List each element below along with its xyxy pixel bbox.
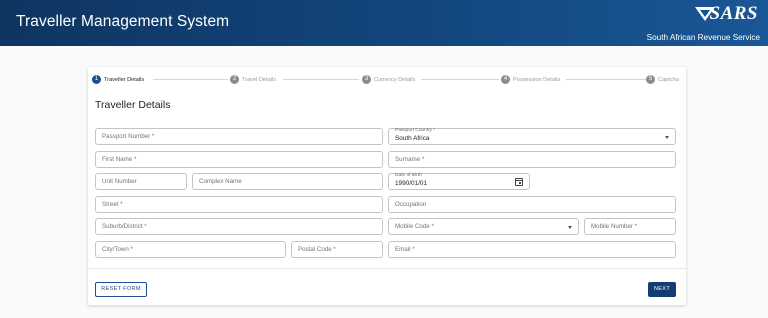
postal-code-input[interactable]: Postal Code * bbox=[291, 241, 383, 258]
city-town-input[interactable]: City/Town * bbox=[95, 241, 286, 258]
step-number: 4 bbox=[501, 75, 510, 84]
step-possession-details[interactable]: 4 Possession Details bbox=[501, 74, 560, 85]
occupation-input[interactable]: Occupation bbox=[388, 196, 676, 213]
step-label: Possession Details bbox=[513, 76, 561, 83]
app-title: Traveller Management System bbox=[16, 13, 230, 30]
first-name-input[interactable]: First Name * bbox=[95, 151, 383, 168]
passport-country-label: Passport Country * bbox=[395, 128, 436, 133]
chevron-down-icon bbox=[568, 226, 572, 229]
mobile-code-placeholder: Mobile Code * bbox=[395, 223, 434, 230]
step-captcha[interactable]: 5 Captcha bbox=[646, 74, 679, 85]
stepper-connector bbox=[566, 79, 646, 80]
passport-number-input[interactable]: Passport Number * bbox=[95, 128, 383, 145]
mobile-number-placeholder: Mobile Number * bbox=[591, 223, 638, 230]
section-title: Traveller Details bbox=[95, 99, 171, 111]
unit-number-placeholder: Unit Number bbox=[102, 178, 137, 185]
complex-name-input[interactable]: Complex Name bbox=[192, 173, 383, 190]
calendar-icon[interactable] bbox=[515, 178, 523, 186]
chevron-down-icon bbox=[665, 136, 669, 139]
postal-code-placeholder: Postal Code * bbox=[298, 246, 336, 253]
stepper-connector bbox=[421, 79, 499, 80]
suburb-district-input[interactable]: Suburb/District * bbox=[95, 218, 383, 235]
date-of-birth-label: Date of Birth bbox=[395, 173, 422, 178]
occupation-placeholder: Occupation bbox=[395, 201, 427, 208]
next-button[interactable]: NEXT bbox=[648, 282, 676, 297]
step-label: Traveller Details bbox=[104, 76, 145, 83]
mobile-code-select[interactable]: Mobile Code * bbox=[388, 218, 579, 235]
step-currency-details[interactable]: 3 Currency Details bbox=[362, 74, 415, 85]
step-number: 5 bbox=[646, 75, 655, 84]
passport-country-select[interactable]: Passport Country * South Africa bbox=[388, 128, 676, 145]
date-of-birth-value: 1990/01/01 bbox=[395, 180, 427, 187]
sars-logo-subtitle: South African Revenue Service bbox=[646, 33, 760, 42]
stepper-connector bbox=[153, 79, 228, 80]
date-of-birth-input[interactable]: Date of Birth 1990/01/01 bbox=[388, 173, 530, 190]
step-traveller-details[interactable]: 1 Traveller Details bbox=[92, 74, 144, 85]
traveller-form-card: 1 Traveller Details 2 Travel Details 3 C… bbox=[88, 67, 686, 305]
passport-number-placeholder: Passport Number * bbox=[102, 133, 155, 140]
step-label: Currency Details bbox=[374, 76, 416, 83]
step-label: Captcha bbox=[658, 76, 679, 83]
suburb-district-placeholder: Suburb/District * bbox=[102, 223, 147, 230]
reset-form-button[interactable]: RESET FORM bbox=[95, 282, 147, 297]
step-travel-details[interactable]: 2 Travel Details bbox=[230, 74, 276, 85]
passport-country-value: South Africa bbox=[395, 135, 430, 142]
surname-placeholder: Surname * bbox=[395, 156, 425, 163]
unit-number-input[interactable]: Unit Number bbox=[95, 173, 187, 190]
stepper-connector bbox=[283, 79, 359, 80]
step-number: 2 bbox=[230, 75, 239, 84]
street-input[interactable]: Street * bbox=[95, 196, 383, 213]
email-placeholder: Email * bbox=[395, 246, 415, 253]
mobile-number-input[interactable]: Mobile Number * bbox=[584, 218, 676, 235]
step-number: 3 bbox=[362, 75, 371, 84]
surname-input[interactable]: Surname * bbox=[388, 151, 676, 168]
city-town-placeholder: City/Town * bbox=[102, 246, 133, 253]
step-number: 1 bbox=[92, 75, 101, 84]
form-divider bbox=[88, 268, 686, 269]
step-label: Travel Details bbox=[242, 76, 276, 83]
first-name-placeholder: First Name * bbox=[102, 156, 137, 163]
complex-name-placeholder: Complex Name bbox=[199, 178, 242, 185]
app-header: Traveller Management System SARS South A… bbox=[0, 0, 768, 46]
street-placeholder: Street * bbox=[102, 201, 123, 208]
email-input[interactable]: Email * bbox=[388, 241, 676, 258]
sars-logo-text: SARS bbox=[709, 3, 758, 24]
sars-logo: SARS South African Revenue Service bbox=[647, 2, 762, 44]
